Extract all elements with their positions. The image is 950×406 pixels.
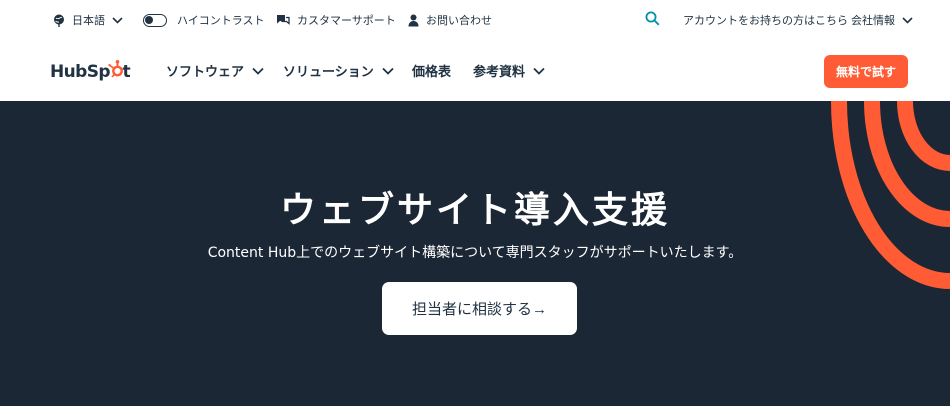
svg-text:HubSp: HubSp	[50, 62, 110, 82]
nav-pricing[interactable]: 価格表	[412, 40, 451, 101]
utility-bar: 日本語 ハイコントラスト カスタマーサポート お問い合わせ アカウントをお持ちの…	[0, 0, 950, 40]
chevron-down-icon	[252, 67, 264, 75]
search-button[interactable]	[643, 11, 661, 29]
company-info-menu[interactable]: 会社情報	[851, 0, 913, 40]
nav-solutions-label: ソリューション	[283, 65, 374, 80]
contact-link[interactable]: お問い合わせ	[408, 0, 492, 40]
nav-solutions[interactable]: ソリューション	[283, 40, 394, 101]
nav-pricing-label: 価格表	[412, 65, 452, 80]
chevron-down-icon	[533, 67, 545, 75]
hero-title: ウェブサイト導入支援	[279, 190, 670, 231]
nav-software[interactable]: ソフトウェア	[166, 40, 264, 101]
hero-section: ウェブサイト導入支援 Content Hub上でのウェブサイト構築について専門ス…	[0, 101, 950, 406]
chevron-down-icon	[902, 16, 913, 24]
language-selector[interactable]: 日本語	[53, 0, 123, 40]
globe-icon	[53, 14, 65, 27]
company-info-label: 会社情報	[851, 14, 895, 27]
main-navigation: HubSp t ソフトウェア ソリューション 価格表 参考資料 無料で試す	[0, 40, 950, 101]
hero-subtitle: Content Hub上でのウェブサイト構築について専門スタッフがサポートいたし…	[207, 245, 743, 261]
contrast-toggle-icon[interactable]	[143, 13, 167, 27]
customer-support-link[interactable]: カスタマーサポート	[276, 0, 396, 40]
svg-text:t: t	[123, 62, 131, 82]
contact-label: お問い合わせ	[426, 14, 492, 27]
login-link[interactable]: アカウントをお持ちの方はこちら	[683, 0, 848, 40]
high-contrast-label: ハイコントラスト	[177, 14, 265, 27]
nav-software-label: ソフトウェア	[166, 65, 245, 80]
language-label: 日本語	[72, 14, 105, 27]
search-icon	[645, 11, 660, 30]
chat-icon	[276, 14, 290, 26]
customer-support-label: カスタマーサポート	[297, 14, 396, 27]
contact-sales-button[interactable]: 担当者に相談する→	[382, 282, 577, 335]
hubspot-logo[interactable]: HubSp t	[50, 58, 131, 84]
chevron-down-icon	[382, 67, 394, 75]
free-trial-button[interactable]: 無料で試す	[824, 55, 908, 88]
high-contrast-toggle[interactable]: ハイコントラスト	[143, 0, 265, 40]
hubspot-logo-mark: HubSp t	[50, 60, 131, 82]
person-icon	[408, 14, 419, 27]
chevron-down-icon	[112, 16, 123, 24]
nav-resources-label: 参考資料	[473, 65, 526, 80]
login-label: アカウントをお持ちの方はこちら	[683, 14, 848, 27]
nav-resources[interactable]: 参考資料	[473, 40, 545, 101]
